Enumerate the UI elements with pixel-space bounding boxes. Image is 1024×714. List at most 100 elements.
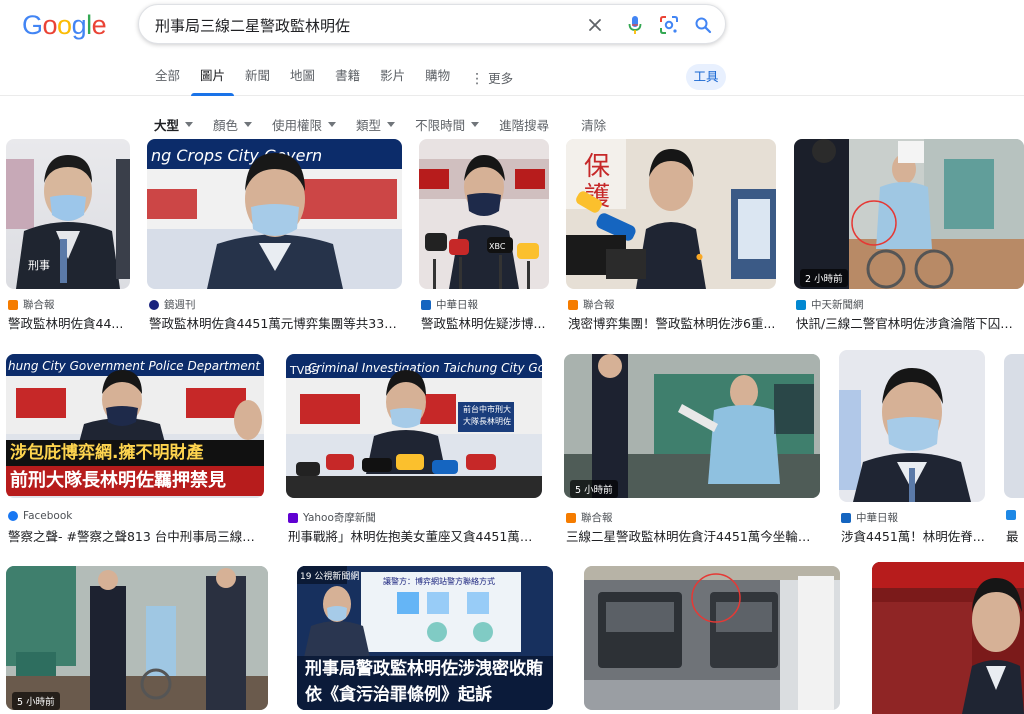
- result-thumbnail: hung City Government Police DepartmentCT…: [6, 354, 264, 498]
- result-thumbnail: [6, 566, 268, 710]
- time-badge: 5 小時前: [570, 480, 618, 498]
- svg-text:刑事: 刑事: [28, 259, 50, 272]
- image-result[interactable]: 保護 ● 聯合報 洩密博弈集團！警政監林明佐涉6重...: [566, 139, 776, 331]
- favicon-icon: [8, 511, 18, 521]
- image-result[interactable]: 5 小時前 聯合報 三線二星警政監林明佐貪汙4451萬今坐輪椅...: [564, 354, 820, 544]
- result-source: 中華日報: [841, 510, 898, 525]
- caret-down-icon: [244, 121, 253, 127]
- filter-type[interactable]: 類型: [356, 115, 396, 134]
- time-badge: 2 小時前: [800, 269, 848, 287]
- header: Google 全部 圖片 新聞 地圖 書籍 影片 購物 ⋮ 更多 工具: [0, 0, 1024, 96]
- svg-text:Criminal Investigation Taic: Criminal Investigation Taichung City Gov…: [308, 361, 542, 375]
- result-thumbnail: [839, 350, 985, 502]
- news-banner-bottom: 依《貪污治罪條例》起訴: [297, 682, 553, 710]
- favicon-icon: [841, 512, 851, 523]
- svg-text:●: ●: [696, 252, 703, 261]
- image-result[interactable]: Criminal Investigation Taichung City Gov…: [286, 354, 542, 544]
- tab-more[interactable]: ⋮ 更多: [470, 62, 513, 96]
- result-thumbnail: [872, 562, 1024, 714]
- news-banner-top: 刑事局警政監林明佐涉洩密收賄: [297, 656, 553, 682]
- image-result[interactable]: 19 公視新聞網讓警方：博弈網站警方聯絡方式 刑事局警政監林明佐涉洩密收賄 依《…: [297, 566, 553, 714]
- result-source: 聯合報: [568, 297, 615, 312]
- filter-bar: 大型 顏色 使用權限 類型 不限時間 進階搜尋 清除: [154, 114, 626, 134]
- image-result[interactable]: [872, 562, 1024, 714]
- result-title[interactable]: 最: [1006, 526, 1024, 545]
- svg-text:hung City Government Police De: hung City Government Police Department: [8, 359, 261, 373]
- image-result[interactable]: 2 小時前 中天新聞網 快訊/三線二警官林明佐涉貪淪階下囚羈押5: [794, 139, 1024, 331]
- tab-maps[interactable]: 地圖: [290, 62, 315, 96]
- result-thumbnail: Criminal Investigation Taichung City Gov…: [286, 354, 542, 498]
- image-result[interactable]: [584, 566, 840, 714]
- news-banner-yellow: 涉包庇博弈網.擁不明財產: [6, 440, 264, 466]
- result-source: Yahoo奇摩新聞: [288, 510, 376, 525]
- search-icon[interactable]: [691, 13, 715, 37]
- filter-time[interactable]: 不限時間: [415, 115, 480, 134]
- tab-images[interactable]: 圖片: [191, 62, 235, 96]
- favicon-icon: [796, 299, 806, 310]
- caret-down-icon: [185, 121, 194, 127]
- clear-filters-link[interactable]: 清除: [581, 115, 606, 134]
- favicon-icon: [149, 299, 159, 310]
- image-result[interactable]: 5 小時前: [6, 566, 268, 714]
- favicon-icon: [288, 512, 298, 523]
- nameplate-sign: 前台中市刑大 大隊長林明佐: [463, 405, 511, 426]
- tab-shopping[interactable]: 購物: [425, 62, 450, 96]
- tools-button[interactable]: 工具: [686, 64, 726, 90]
- result-title[interactable]: 警察之聲- #警察之聲813 台中刑事局三線二...: [8, 526, 264, 545]
- result-source: 中華日報: [421, 297, 478, 312]
- tab-videos[interactable]: 影片: [380, 62, 405, 96]
- image-result[interactable]: XBC 中華日報 警政監林明佐疑涉博...: [419, 139, 549, 331]
- advanced-search-link[interactable]: 進階搜尋: [499, 115, 549, 134]
- result-title[interactable]: 快訊/三線二警官林明佐涉貪淪階下囚羈押5: [796, 313, 1024, 332]
- lens-icon[interactable]: [657, 13, 681, 37]
- favicon-icon: [568, 299, 578, 310]
- image-result[interactable]: 中華日報 涉貪4451萬！林明佐脊...: [839, 350, 985, 544]
- search-input[interactable]: [155, 12, 575, 38]
- result-thumbnail: ng Crops City Govern: [147, 139, 402, 289]
- favicon-icon: [8, 299, 18, 310]
- result-source: 聯合報: [566, 510, 613, 525]
- tab-all[interactable]: 全部: [155, 62, 180, 96]
- result-title[interactable]: 刑事戰將」林明佐抱美女董座又貪4451萬警...: [288, 526, 542, 545]
- result-title[interactable]: 三線二星警政監林明佐貪汙4451萬今坐輪椅...: [566, 526, 820, 545]
- result-source: 中天新聞網: [796, 297, 864, 312]
- favicon-icon: [421, 299, 431, 310]
- caret-down-icon: [387, 121, 396, 127]
- svg-text:19 公視新聞網: 19 公視新聞網: [300, 570, 359, 582]
- result-source: 聯合報: [8, 297, 55, 312]
- result-thumbnail: [584, 566, 840, 710]
- svg-text:保: 保: [584, 152, 610, 182]
- search-box: [138, 4, 726, 44]
- result-title[interactable]: 涉貪4451萬！林明佐脊...: [841, 526, 985, 545]
- result-source: [1006, 510, 1021, 520]
- result-thumbnail: [794, 139, 1024, 289]
- result-title[interactable]: 警政監林明佐貪4451萬元博弈集團等共33人...: [149, 313, 402, 332]
- svg-text:XBC: XBC: [489, 242, 506, 251]
- filter-usage-rights[interactable]: 使用權限: [272, 115, 337, 134]
- more-vert-icon: ⋮: [470, 71, 485, 87]
- result-thumbnail: 保護 ●: [566, 139, 776, 289]
- image-result[interactable]: ng Crops City Govern 鏡週刊 警政監林明佐貪4451萬元博弈…: [147, 139, 402, 331]
- result-title[interactable]: 警政監林明佐貪44...: [8, 313, 130, 332]
- filter-size[interactable]: 大型: [154, 115, 194, 134]
- caret-down-icon: [328, 121, 337, 127]
- search-tabs: 全部 圖片 新聞 地圖 書籍 影片 購物 ⋮ 更多: [155, 62, 533, 96]
- svg-text:讓警方：博弈網站警方聯絡方式: 讓警方：博弈網站警方聯絡方式: [383, 576, 495, 586]
- google-logo[interactable]: Google: [22, 10, 107, 41]
- svg-text:TVBS: TVBS: [289, 364, 319, 377]
- favicon-icon: [566, 512, 576, 523]
- result-title[interactable]: 洩密博弈集團！警政監林明佐涉6重...: [568, 313, 776, 332]
- time-badge: 5 小時前: [12, 692, 60, 710]
- result-thumbnail: 19 公視新聞網讓警方：博弈網站警方聯絡方式 刑事局警政監林明佐涉洩密收賄 依《…: [297, 566, 553, 710]
- image-result[interactable]: 最: [1004, 354, 1024, 544]
- result-source: 鏡週刊: [149, 297, 196, 312]
- clear-icon[interactable]: [583, 13, 607, 37]
- tab-news[interactable]: 新聞: [245, 62, 270, 96]
- filter-color[interactable]: 顏色: [213, 115, 253, 134]
- result-title[interactable]: 警政監林明佐疑涉博...: [421, 313, 549, 332]
- microphone-icon[interactable]: [623, 13, 647, 37]
- favicon-icon: [1006, 510, 1016, 520]
- tab-books[interactable]: 書籍: [335, 62, 360, 96]
- image-result[interactable]: 刑事 聯合報 警政監林明佐貪44...: [6, 139, 130, 331]
- image-result[interactable]: hung City Government Police DepartmentCT…: [6, 354, 264, 544]
